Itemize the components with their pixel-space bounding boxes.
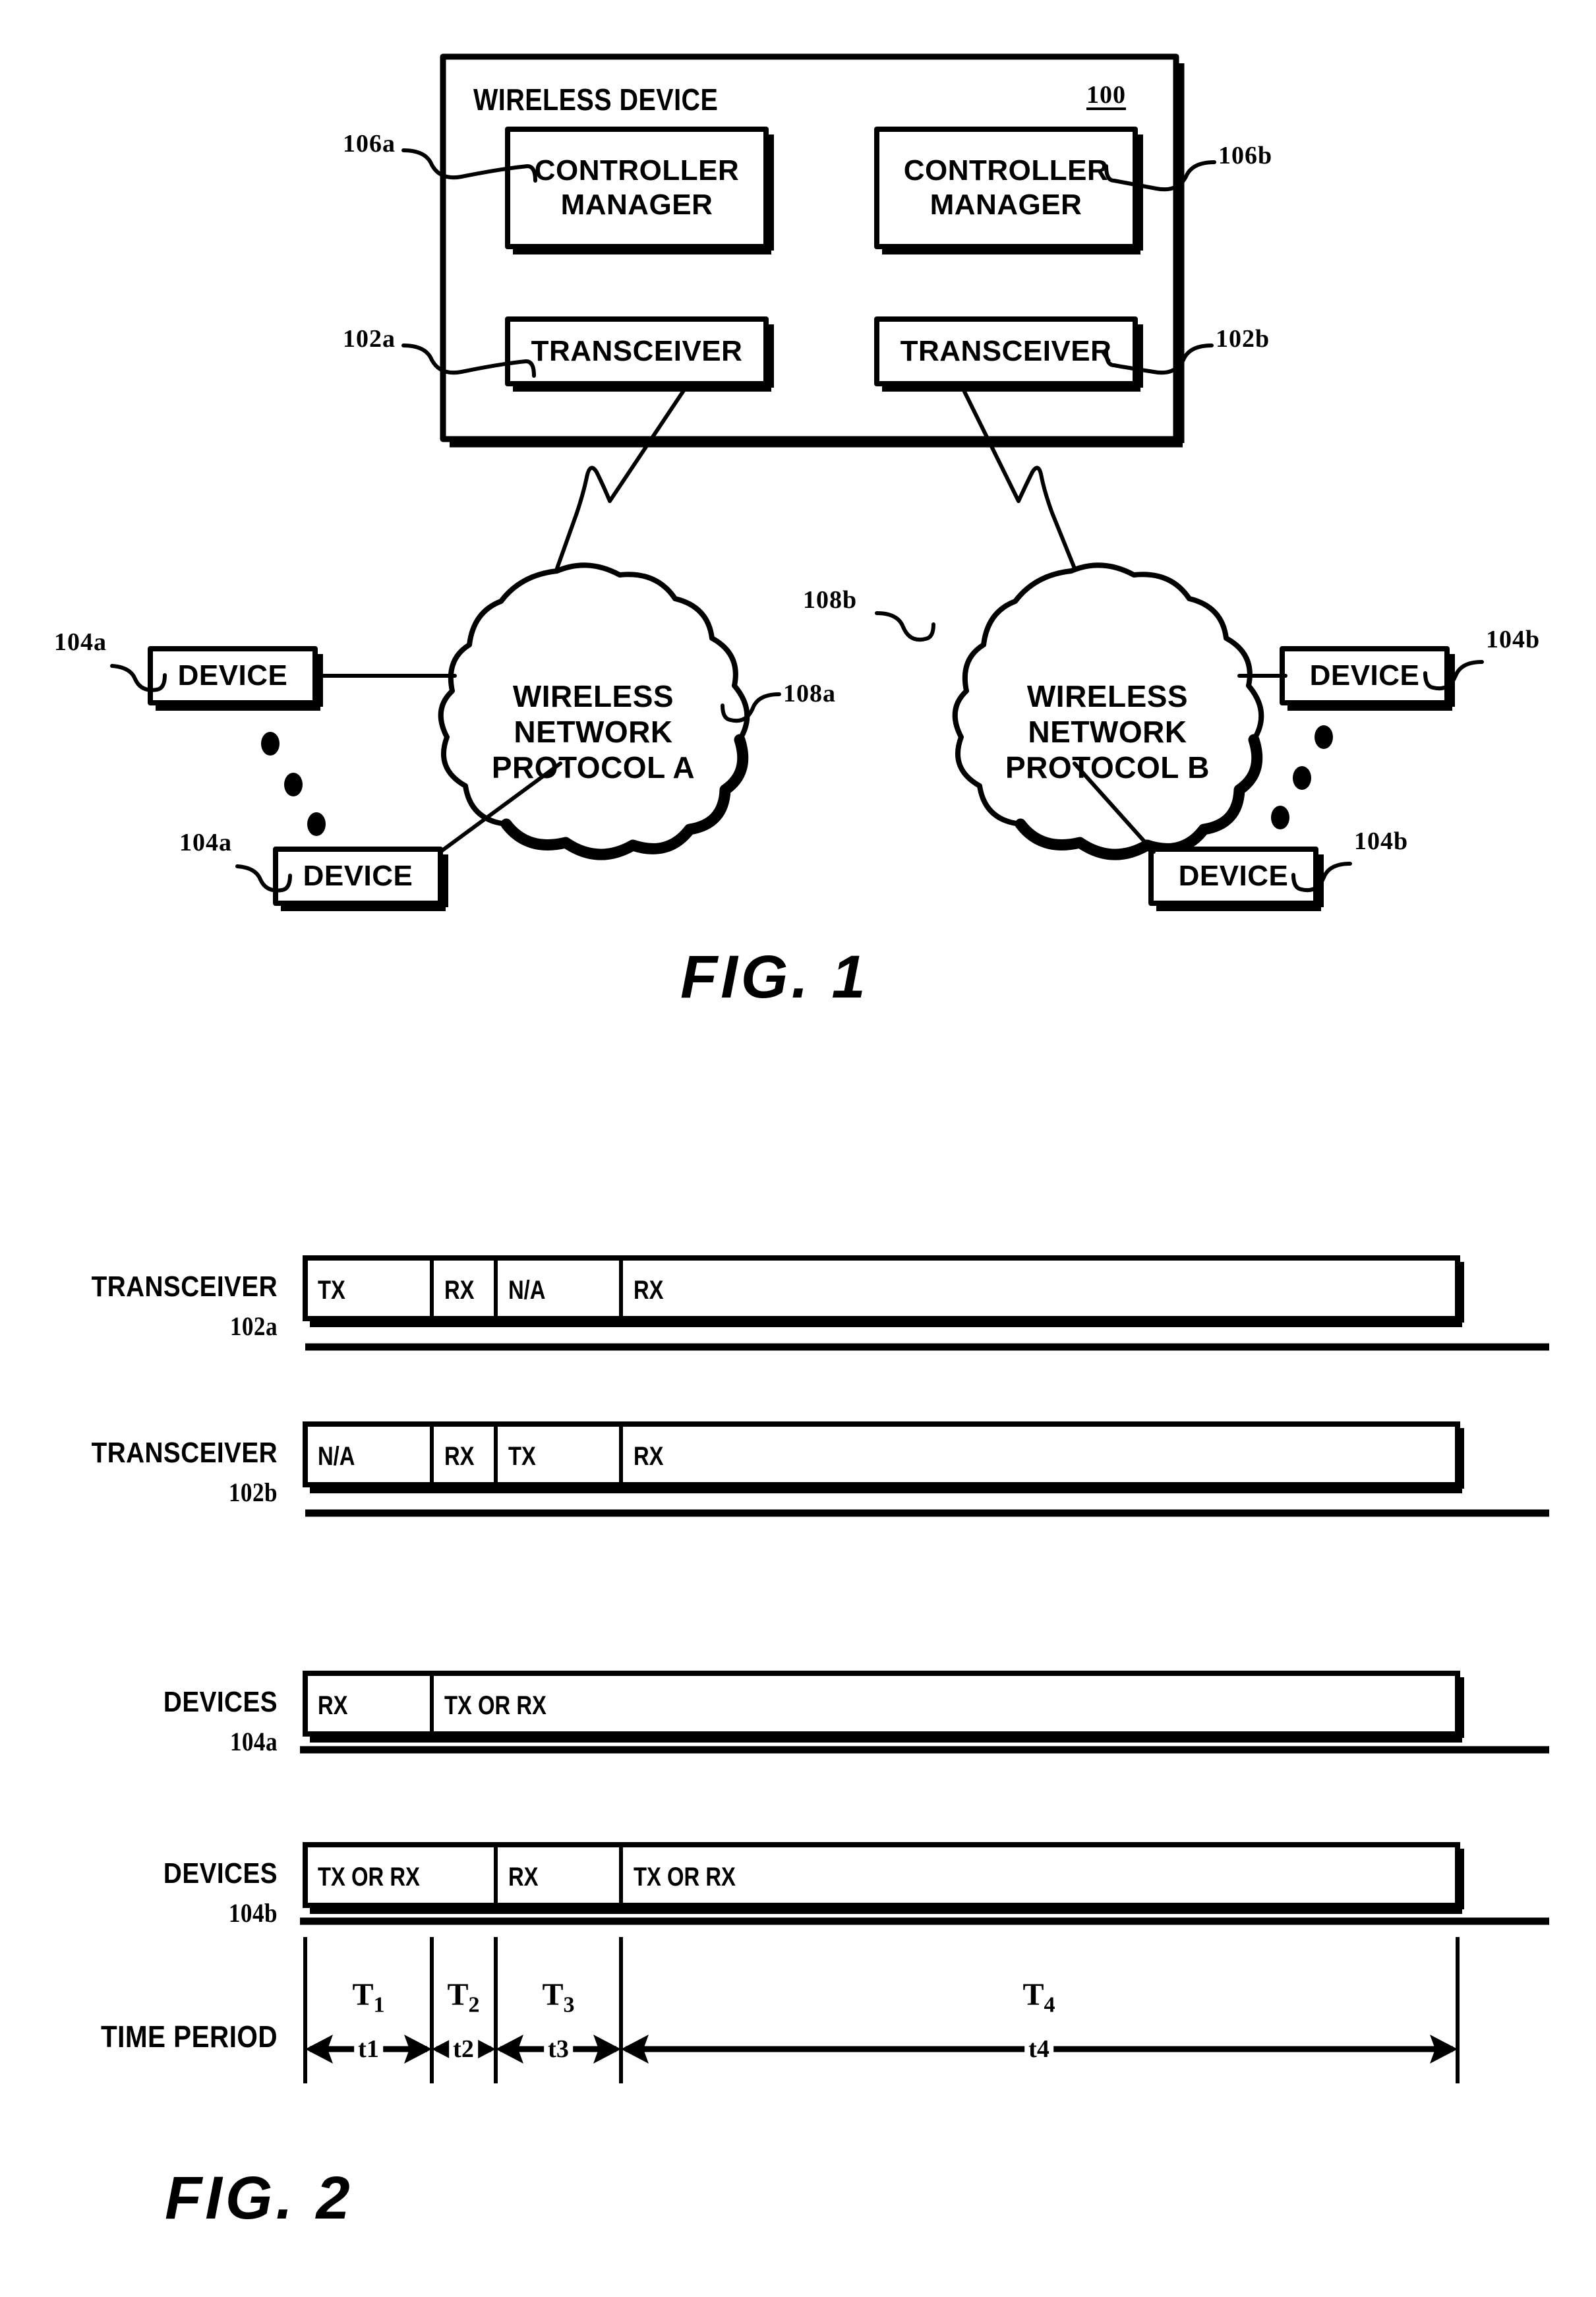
cloud-protocol-b-text: WIRELESS NETWORK PROTOCOL B (1005, 678, 1210, 785)
timeline-row-0-bar (303, 1255, 1460, 1321)
timeline-row-0-segment-2: N/A (508, 1276, 546, 1305)
timeline-row-0-label: TRANSCEIVER 102a (45, 1267, 278, 1346)
device-104b-upper-text: DEVICE (1309, 659, 1420, 692)
timeline-row-3-label: DEVICES 104b (45, 1854, 278, 1932)
device-104a-upper-label: DEVICE (150, 649, 315, 703)
ref-104b-lower: 104b (1354, 827, 1409, 855)
device-104a-lower-label: DEVICE (276, 849, 440, 903)
time-period-1: T2 (447, 1977, 479, 2018)
time-period-2-index: 3 (563, 1992, 575, 2017)
time-period-3-symbol: T (1022, 1977, 1044, 2012)
timeline-row-2-label: DEVICES 104a (45, 1683, 278, 1761)
time-period-1-index: 2 (468, 1992, 480, 2017)
time-period-2: T3 (542, 1977, 574, 2018)
controller-manager-a-text: CONTROLLER MANAGER (534, 154, 740, 221)
time-period-0-symbol: T (352, 1977, 374, 2012)
device-104b-upper-label: DEVICE (1282, 649, 1447, 703)
time-interval-2-label: t3 (544, 2035, 573, 2064)
timeline-row-0-segment-0: TX (318, 1276, 345, 1305)
time-period-0-index: 1 (373, 1992, 385, 2017)
timeline-row-0-name: TRANSCEIVER (91, 1270, 278, 1303)
time-period-0: T1 (352, 1977, 384, 2018)
time-interval-0-label: t1 (354, 2035, 383, 2064)
figure-1-caption: FIG. 1 (680, 943, 869, 1011)
wireless-device-title: WIRELESS DEVICE (473, 82, 719, 117)
figure-2-linework (300, 1255, 1549, 2083)
ref-104a-upper: 104a (54, 628, 107, 656)
device-104b-lower-label: DEVICE (1151, 849, 1316, 903)
timeline-row-3-ref: 104b (228, 1898, 278, 1928)
timeline-row-3-bar (303, 1842, 1460, 1908)
timeline-row-3-segment-1: RX (508, 1863, 539, 1892)
ref-106b: 106b (1218, 142, 1273, 169)
timeline-row-1-segment-0: N/A (318, 1442, 355, 1471)
timeline-row-3-segment-2: TX OR RX (634, 1863, 736, 1892)
device-104a-lower-text: DEVICE (303, 860, 413, 893)
device-104a-upper-text: DEVICE (177, 659, 288, 692)
ref-104a-lower: 104a (179, 829, 232, 856)
cloud-protocol-a-label: WIRELESS NETWORK PROTOCOL A (455, 613, 732, 850)
timeline-row-0-segment-3: RX (634, 1276, 664, 1305)
ref-102a: 102a (343, 325, 396, 353)
time-period-3-index: 4 (1044, 1992, 1055, 2017)
timeline-row-1-name: TRANSCEIVER (91, 1437, 278, 1469)
timeline-row-0-segment-1: RX (444, 1276, 475, 1305)
time-period-2-symbol: T (542, 1977, 564, 2012)
timeline-row-1-segment-1: RX (444, 1442, 475, 1471)
time-period-1-symbol: T (447, 1977, 469, 2012)
timeline-row-1-segment-2: TX (508, 1442, 536, 1471)
time-interval-3-label: t4 (1024, 2035, 1053, 2064)
timeline-row-2-ref: 104a (229, 1727, 278, 1757)
time-period-3: T4 (1022, 1977, 1055, 2018)
patent-drawing-sheet: WIRELESS DEVICE 100 CONTROLLER MANAGER CO… (0, 0, 1596, 2297)
cloud-protocol-b-label: WIRELESS NETWORK PROTOCOL B (969, 613, 1246, 850)
controller-manager-a-label: CONTROLLER MANAGER (508, 129, 766, 247)
transceiver-b-text: TRANSCEIVER (900, 335, 1112, 368)
figure-2-caption: FIG. 2 (165, 2164, 353, 2232)
timeline-row-2-name: DEVICES (163, 1686, 278, 1718)
timeline-row-2-segment-0: RX (318, 1691, 348, 1720)
timeline-row-0-ref: 102a (229, 1311, 278, 1342)
transceiver-a-text: TRANSCEIVER (531, 335, 743, 368)
transceiver-a-label: TRANSCEIVER (508, 319, 766, 384)
ref-106a: 106a (343, 130, 396, 158)
timeline-row-3-segment-0: TX OR RX (318, 1863, 420, 1892)
ref-108b: 108b (803, 586, 858, 614)
device-104b-lower-text: DEVICE (1178, 860, 1289, 893)
timeline-row-1-segment-3: RX (634, 1442, 664, 1471)
time-period-label: TIME PERIOD (101, 2019, 278, 2054)
ref-100: 100 (1086, 81, 1126, 109)
timeline-row-1-label: TRANSCEIVER 102b (45, 1433, 278, 1512)
ref-104b-upper: 104b (1486, 626, 1541, 653)
time-interval-1-label: t2 (449, 2035, 478, 2064)
timeline-row-1-ref: 102b (228, 1477, 278, 1508)
transceiver-b-label: TRANSCEIVER (877, 319, 1135, 384)
cloud-protocol-a-text: WIRELESS NETWORK PROTOCOL A (491, 678, 695, 785)
timeline-row-2-segment-1: TX OR RX (444, 1691, 547, 1720)
timeline-row-3-name: DEVICES (163, 1857, 278, 1890)
timeline-row-1-bar (303, 1421, 1460, 1487)
ref-102b: 102b (1216, 325, 1270, 353)
controller-manager-b-label: CONTROLLER MANAGER (877, 129, 1135, 247)
controller-manager-b-text: CONTROLLER MANAGER (903, 154, 1109, 221)
ref-108a: 108a (783, 680, 836, 707)
